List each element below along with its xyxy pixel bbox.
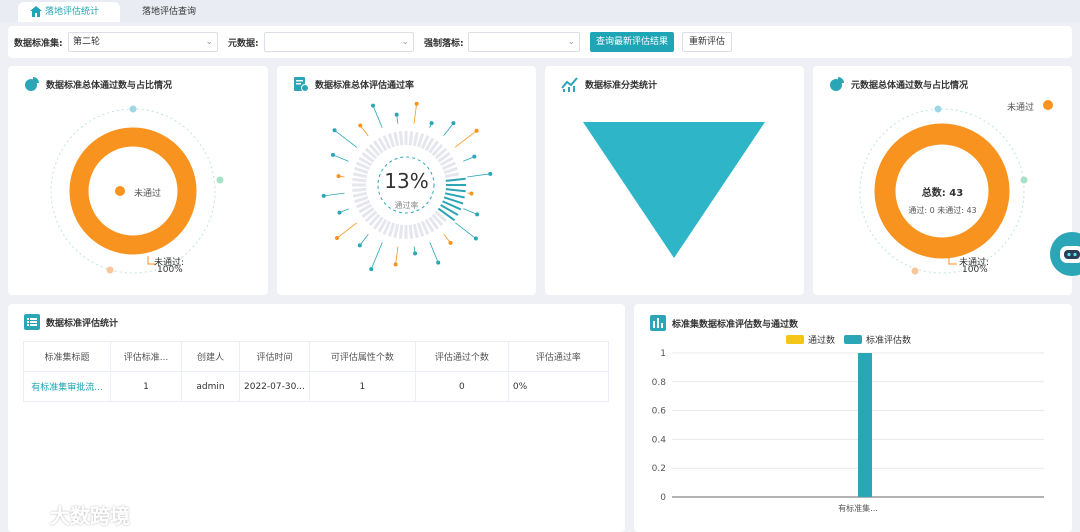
tab-label: 落地评估查询 (142, 7, 197, 17)
rate-sub: 通过率 (394, 201, 419, 210)
rate-percent: 13% (384, 169, 429, 193)
mandatory-select[interactable]: ⌄ (468, 32, 580, 52)
gauge-tick (412, 223, 419, 239)
gauge-tick (408, 224, 414, 239)
query-latest-button[interactable]: 查询最新评估结果 (590, 32, 675, 52)
chevron-down-icon: ⌄ (205, 37, 213, 47)
metadata-select[interactable]: ⌄ (264, 32, 414, 52)
mandatory-label: 强制落标: (424, 39, 464, 49)
y-tick-label: 0.4 (652, 435, 667, 445)
reevaluate-button[interactable]: 重新评估 (682, 32, 733, 52)
donut-ring-fail (69, 127, 197, 255)
table-header-row: 标准集标题 评估标准... 创建人 评估时间 可评估属性个数 评估通过个数 评估… (23, 341, 609, 372)
chevron-down-icon: ⌄ (401, 37, 409, 47)
metadata-label: 元数据: (228, 39, 259, 49)
filter-bar: 数据标准集: 第二轮 ⌄ 元数据: ⌄ 强制落标: ⌄ 查询最新评估结果 重新评… (8, 26, 1072, 58)
table-header[interactable]: 评估通过个数 (414, 341, 509, 372)
standard-rate-card: 数据标准总体评估通过率 13% 通过率 (277, 66, 536, 295)
funnel-chart (583, 122, 765, 258)
gauge-tick (398, 131, 404, 146)
gauge-tick (393, 223, 400, 239)
legend-dot (1043, 100, 1053, 110)
table-cell: admin (181, 371, 240, 402)
card-title: 数据标准评估统计 (24, 314, 118, 330)
donut-chart (859, 100, 1053, 275)
watermark: 大数跨境 (10, 500, 130, 529)
y-tick-label: 1 (660, 349, 666, 359)
table-cell-title-link[interactable]: 有标准集审批流... (23, 371, 111, 402)
gauge-tick (416, 133, 425, 148)
eval-table: 标准集标题 评估标准... 创建人 评估时间 可评估属性个数 评估通过个数 评估… (23, 341, 609, 402)
y-tick-label: 0.2 (652, 464, 666, 474)
total-count: 总数: 43 (921, 188, 964, 199)
donut-chart (50, 105, 224, 274)
robot-icon (1060, 246, 1080, 263)
watermark-text: 大数跨境 (50, 504, 130, 528)
legend-dot (115, 186, 125, 196)
list-icon (24, 314, 40, 330)
gauge-tick (408, 131, 414, 146)
table-header[interactable]: 评估标准... (110, 341, 182, 372)
dataset-select[interactable]: 第二轮 ⌄ (68, 32, 218, 52)
gauge-tick (398, 224, 404, 239)
gauge-tick-filled (444, 192, 465, 199)
chevron-down-icon: ⌄ (567, 37, 575, 47)
fail-percent: 100% (157, 265, 183, 275)
card-title-text: 数据标准评估统计 (46, 318, 119, 329)
y-tick-label: 0 (660, 493, 666, 503)
gauge-tick (412, 131, 419, 147)
bar-标准评估数 (858, 353, 872, 497)
table-cell: 1 (110, 371, 182, 402)
gauge-tick (387, 133, 396, 148)
legend-swatch (844, 335, 862, 344)
tab-bar: 落地评估统计 落地评估查询 (0, 0, 1080, 22)
y-tick-label: 0.8 (652, 378, 667, 388)
y-tick-label: 0.6 (652, 407, 667, 417)
gauge-tick (416, 222, 425, 237)
donut-legend-label: 未通过 (134, 189, 162, 199)
assistant-robot-button[interactable] (1050, 232, 1080, 276)
watermark-logo-icon (10, 507, 50, 522)
legend-swatch (786, 335, 804, 344)
gauge-tick (352, 191, 368, 198)
legend-label: 通过数 (808, 334, 835, 346)
tab-label: 落地评估统计 (45, 7, 100, 17)
fail-percent: 100% (962, 265, 988, 275)
x-tick-label: 有标准集... (838, 503, 878, 513)
table-cell: 2022-07-30... (239, 371, 310, 402)
dataset-label: 数据标准集: (14, 39, 63, 49)
tab-landing-stats[interactable]: 落地评估统计 (18, 2, 120, 22)
standard-pass-card: 数据标准总体通过数与占比情况 未通过 未通过: 100% (8, 66, 268, 295)
table-header[interactable]: 评估时间 (239, 341, 310, 372)
table-header[interactable]: 可评估属性个数 (308, 341, 416, 372)
table-cell: 0 (414, 371, 509, 402)
gauge-tick (393, 131, 400, 147)
eval-bar-chart-card: 标准集数据标准评估数与通过数 通过数 标准评估数 0 0.2 0.4 0.6 0.8 1 有标准… (634, 304, 1072, 532)
home-icon (30, 6, 42, 17)
table-header[interactable]: 标准集标题 (23, 341, 111, 372)
standard-category-card: 数据标准分类统计 (545, 66, 804, 295)
table-header[interactable]: 评估通过率 (507, 341, 609, 372)
legend-label: 标准评估数 (866, 334, 911, 346)
table-header[interactable]: 创建人 (181, 341, 240, 372)
table-cell: 1 (308, 371, 416, 402)
tab-landing-query[interactable]: 落地评估查询 (130, 2, 208, 22)
table-cell: 0% (507, 371, 609, 402)
funnel-segment (583, 122, 765, 258)
gauge-tick (387, 222, 396, 237)
metadata-pass-card: 元数据总体通过数与占比情况 未通过 总数: 43 通过: 0 未通过: 43 未… (813, 66, 1072, 295)
dataset-value: 第二轮 (73, 37, 101, 47)
bar-chart: 通过数 标准评估数 0 0.2 0.4 0.6 0.8 1 有标准集... (652, 334, 1044, 513)
pass-detail: 通过: 0 未通过: 43 (908, 206, 977, 215)
standard-eval-table-card: 数据标准评估统计 标准集标题 评估标准... 创建人 评估时间 可评估属性个数 … (8, 304, 625, 532)
table-row: 有标准集审批流... 1 admin 2022-07-30... 1 0 0% (23, 371, 609, 402)
